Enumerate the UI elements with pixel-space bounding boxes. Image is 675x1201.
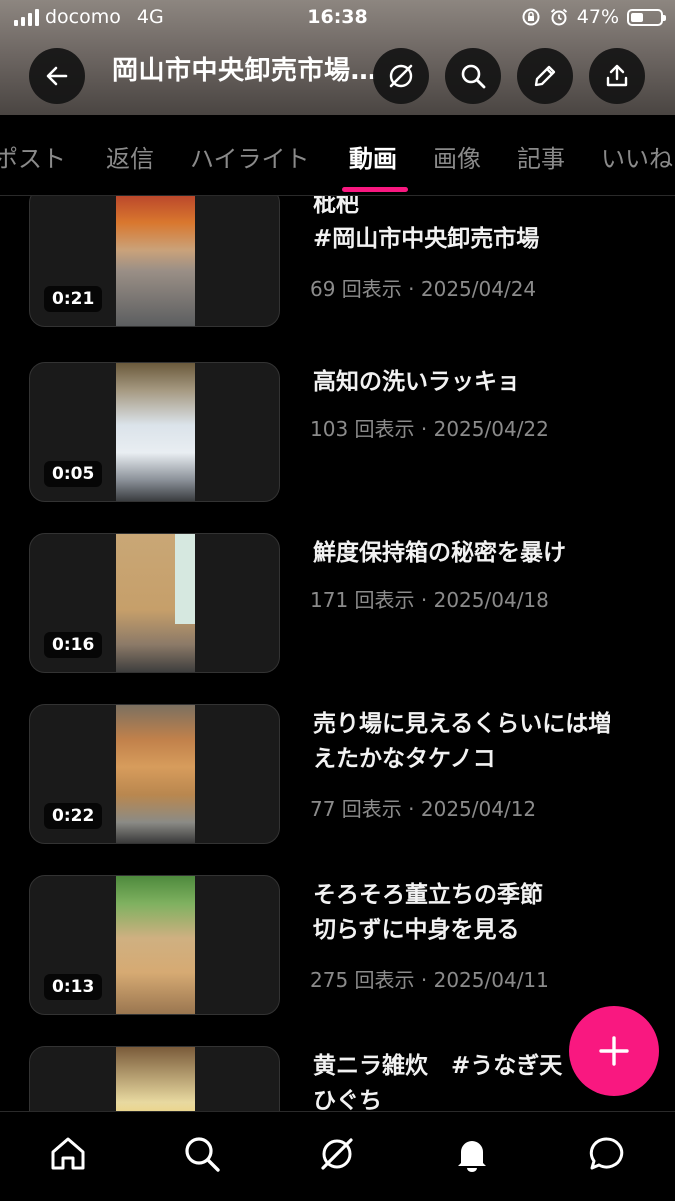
video-title: 高知の洗いラッキョ — [313, 369, 520, 395]
video-thumbnail[interactable]: 0:16 — [29, 533, 280, 673]
thumbnail-image — [116, 876, 195, 1014]
video-thumbnail[interactable]: 0:21 — [29, 196, 280, 327]
search-icon — [461, 64, 486, 89]
search-icon — [185, 1137, 220, 1172]
tab-likes[interactable]: いいね — [601, 139, 673, 174]
edit-icon — [534, 65, 556, 87]
video-meta: 103 回表示 · 2025/04/22 — [310, 417, 549, 441]
compose-button[interactable] — [569, 1006, 659, 1096]
video-duration: 0:22 — [44, 803, 103, 829]
active-tab-indicator — [342, 187, 408, 192]
video-item[interactable]: 0:22 売り場に見えるくらいには増 えたかなタケノコ 77 回表示 · 202… — [0, 704, 675, 875]
tab-videos[interactable]: 動画 — [349, 139, 397, 174]
video-duration: 0:05 — [44, 461, 103, 487]
video-meta: 69 回表示 · 2025/04/24 — [310, 277, 537, 301]
grok-button[interactable] — [373, 48, 429, 104]
video-thumbnail[interactable]: 0:05 — [29, 362, 280, 502]
video-meta: 275 回表示 · 2025/04/11 — [310, 968, 549, 992]
edit-button[interactable] — [517, 48, 573, 104]
nav-home[interactable] — [46, 1132, 90, 1176]
tab-images[interactable]: 画像 — [433, 139, 481, 174]
video-duration: 0:21 — [44, 286, 103, 312]
home-icon — [51, 1137, 85, 1170]
thumbnail-image — [116, 534, 195, 672]
back-button[interactable] — [29, 48, 85, 104]
thumbnail-image — [116, 363, 195, 501]
video-meta: 171 回表示 · 2025/04/18 — [310, 588, 549, 612]
grok-icon — [321, 1138, 353, 1170]
video-title: そろそろ董立ちの季節 切らずに中身を見る — [313, 882, 543, 943]
alarm-icon — [550, 8, 567, 26]
nav-notifications[interactable] — [450, 1132, 494, 1176]
video-item[interactable]: 0:21 枇杷 #岡山市中央卸売市場 69 回表示 · 2025/04/24 — [0, 196, 675, 358]
arrow-left-icon — [46, 66, 68, 86]
orientation-lock-icon — [522, 8, 540, 26]
profile-header: docomo 4G 16:38 47% 岡山市中央卸売市場… — [0, 0, 675, 115]
tab-highlights[interactable]: ハイライト — [190, 139, 310, 174]
video-thumbnail[interactable] — [29, 1046, 280, 1111]
share-icon — [606, 64, 628, 87]
tab-posts[interactable]: ポスト — [0, 139, 66, 174]
video-meta: 77 回表示 · 2025/04/12 — [310, 797, 537, 821]
video-title: 枇杷 #岡山市中央卸売市場 — [313, 196, 540, 252]
video-item[interactable]: 0:05 高知の洗いラッキョ 103 回表示 · 2025/04/22 — [0, 362, 675, 533]
video-item[interactable]: 0:13 そろそろ董立ちの季節 切らずに中身を見る 275 回表示 · 2025… — [0, 875, 675, 1046]
video-thumbnail[interactable]: 0:22 — [29, 704, 280, 844]
video-thumbnail[interactable]: 0:13 — [29, 875, 280, 1015]
share-button[interactable] — [589, 48, 645, 104]
video-duration: 0:13 — [44, 974, 103, 1000]
bottom-navigation — [0, 1111, 675, 1201]
video-title: 鮮度保持箱の秘密を暴け — [313, 540, 566, 566]
thumbnail-image — [116, 196, 195, 326]
nav-grok[interactable] — [315, 1132, 359, 1176]
tab-replies[interactable]: 返信 — [106, 139, 154, 174]
nav-search[interactable] — [180, 1132, 224, 1176]
nav-messages[interactable] — [585, 1132, 629, 1176]
battery-icon — [627, 8, 666, 26]
page-title: 岡山市中央卸売市場… — [112, 56, 378, 86]
video-list: 0:21 枇杷 #岡山市中央卸売市場 69 回表示 · 2025/04/24 0… — [0, 196, 675, 1111]
status-bar: docomo 4G 16:38 47% — [0, 0, 675, 38]
thumbnail-image — [116, 705, 195, 843]
profile-tabs: ポスト 返信 ハイライト 動画 画像 記事 いいね — [0, 115, 675, 196]
message-icon — [589, 1137, 624, 1170]
bell-icon — [458, 1141, 486, 1172]
search-button[interactable] — [445, 48, 501, 104]
video-item[interactable]: 0:16 鮮度保持箱の秘密を暴け 171 回表示 · 2025/04/18 — [0, 533, 675, 704]
video-duration: 0:16 — [44, 632, 103, 658]
thumbnail-image — [116, 1047, 195, 1111]
grok-icon — [389, 64, 413, 88]
tab-articles[interactable]: 記事 — [517, 139, 565, 174]
battery-percent: 47% — [576, 6, 619, 28]
video-title: 売り場に見えるくらいには増 えたかなタケノコ — [313, 711, 612, 772]
plus-icon — [599, 1036, 629, 1066]
